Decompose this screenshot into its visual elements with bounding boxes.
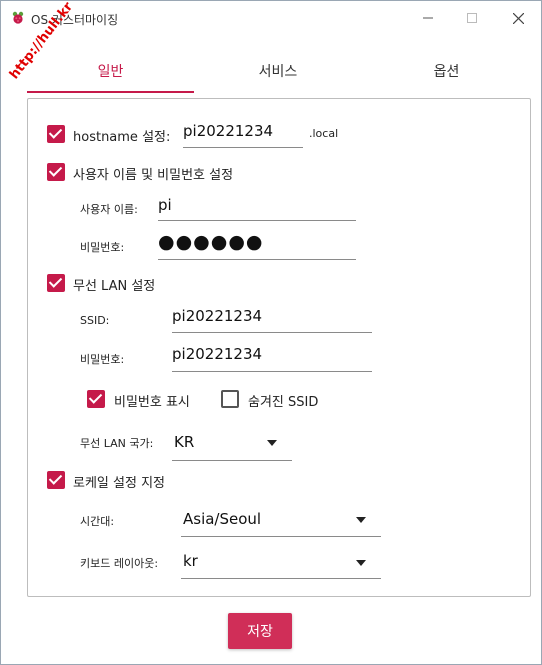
user-password-label: 비밀번호: [80,241,125,254]
wifi-password-label: 비밀번호: [80,353,125,366]
chevron-down-icon[interactable] [356,517,366,523]
active-tab-indicator [27,91,194,93]
maximize-icon [467,13,477,23]
keyboard-layout-underline [181,578,381,579]
wifi-checkbox[interactable] [47,274,65,292]
close-button[interactable] [495,1,541,35]
tab-general[interactable]: 일반 [27,49,194,93]
keyboard-layout-select[interactable]: kr [183,552,198,570]
hidden-ssid-label: 숨겨진 SSID [248,395,319,410]
maximize-button[interactable] [449,1,495,35]
ssid-input[interactable]: pi20221234 [172,307,262,325]
title-bar: OS 커스터마이징 [1,1,541,35]
username-label: 사용자 이름: [80,203,138,216]
hostname-underline [183,147,303,148]
show-password-label: 비밀번호 표시 [114,395,190,410]
hostname-checkbox[interactable] [47,125,65,143]
username-underline [158,220,356,221]
tab-services[interactable]: 서비스 [194,49,362,93]
keyboard-layout-label: 키보드 레이아웃: [80,557,159,570]
timezone-underline [181,536,381,537]
timezone-label: 시간대: [80,515,115,528]
wifi-country-label: 무선 LAN 국가: [80,437,154,450]
hidden-ssid-checkbox[interactable] [221,390,239,408]
minimize-button[interactable] [405,1,451,35]
wifi-country-underline [172,460,292,461]
wifi-label: 무선 LAN 설정 [73,279,156,294]
ssid-label: SSID: [80,314,110,327]
hostname-input[interactable]: pi20221234 [183,122,273,140]
tab-options[interactable]: 옵션 [362,49,531,93]
wifi-country-select[interactable]: KR [174,433,194,451]
chevron-down-icon[interactable] [356,560,366,566]
raspberry-icon [12,11,24,24]
locale-checkbox[interactable] [47,471,65,489]
wifi-password-underline [172,371,372,372]
user-password-underline [158,259,356,260]
chevron-down-icon[interactable] [267,440,277,446]
timezone-select[interactable]: Asia/Seoul [183,510,261,528]
user-credentials-label: 사용자 이름 및 비밀번호 설정 [73,168,234,183]
wifi-password-input[interactable]: pi20221234 [172,345,262,363]
hostname-label: hostname 설정: [73,130,171,145]
minimize-icon [423,17,433,19]
tab-bar: 일반 서비스 옵션 [27,49,531,93]
general-settings-panel: hostname 설정: pi20221234 .local 사용자 이름 및 … [27,98,531,597]
customization-dialog: OS 커스터마이징 http://hull.kr 일반 서비스 옵션 hostn… [0,0,542,665]
show-password-checkbox[interactable] [87,390,105,408]
hostname-suffix: .local [309,127,339,140]
user-password-input[interactable]: ●●●●●● [158,231,263,253]
ssid-underline [172,332,372,333]
save-button[interactable]: 저장 [228,613,292,649]
user-credentials-checkbox[interactable] [47,163,65,181]
close-icon [512,12,524,24]
locale-label: 로케일 설정 지정 [73,476,165,491]
username-input[interactable]: pi [158,196,172,214]
